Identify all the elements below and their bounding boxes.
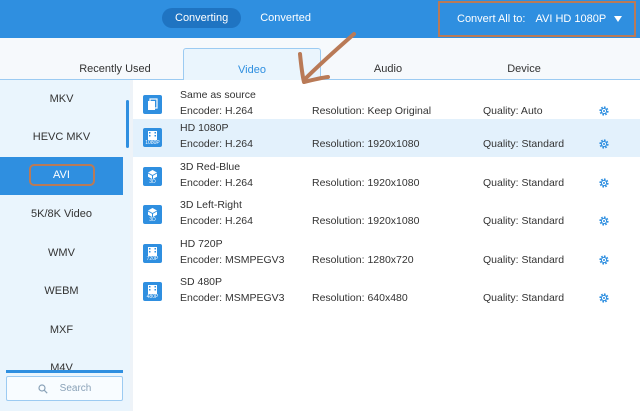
3d-icon: 3D — [143, 205, 162, 224]
format-quality: Quality: Standard — [483, 215, 565, 227]
format-icon-tag: 3D — [149, 179, 156, 185]
format-name: 3D Red-Blue — [180, 161, 241, 173]
format-row-hd-720p[interactable]: 720P HD 720P Encoder: MSMPEGV3 Resolutio… — [133, 235, 640, 273]
format-encoder: Encoder: H.264 — [180, 138, 253, 150]
sidebar-item-label: AVI — [28, 164, 95, 187]
format-name: Same as source — [180, 89, 256, 101]
format-icon-tag: 480P — [146, 294, 159, 300]
format-quality: Quality: Standard — [483, 254, 565, 266]
convert-all-dropdown[interactable]: Convert All to: AVI HD 1080P — [438, 1, 636, 37]
format-list: Same as source Encoder: H.264 Resolution… — [133, 80, 640, 411]
gear-icon[interactable] — [598, 177, 610, 189]
tab-recently-used[interactable]: Recently Used — [47, 49, 183, 80]
film-icon: 1080P — [143, 128, 162, 147]
format-encoder: Encoder: H.264 — [180, 105, 253, 117]
format-row-sd-480p[interactable]: 480P SD 480P Encoder: MSMPEGV3 Resolutio… — [133, 273, 640, 311]
sidebar-item-avi[interactable]: AVI — [0, 157, 123, 195]
format-row-3d-red-blue[interactable]: 3D 3D Red-Blue Encoder: H.264 Resolution… — [133, 158, 640, 196]
tab-converting[interactable]: Converting — [162, 8, 242, 28]
format-row-hd-1080p[interactable]: 1080P HD 1080P Encoder: H.264 Resolution… — [133, 119, 640, 157]
search-input[interactable]: Search — [6, 376, 123, 401]
format-quality: Quality: Standard — [483, 292, 565, 304]
film-icon: 720P — [143, 244, 162, 263]
format-resolution: Resolution: 1920x1080 — [312, 215, 420, 227]
sidebar-item-5k8k-video[interactable]: 5K/8K Video — [0, 195, 123, 233]
format-icon-tag: 1080P — [145, 140, 160, 146]
annotation-arrow-icon — [298, 32, 356, 84]
format-quality: Quality: Auto — [483, 105, 543, 117]
caret-down-icon — [614, 16, 622, 22]
format-resolution: Resolution: 1920x1080 — [312, 177, 420, 189]
film-icon: 480P — [143, 282, 162, 301]
sidebar-item-label: HEVC MKV — [32, 131, 91, 143]
sidebar-item-label: MXF — [49, 324, 74, 336]
convert-all-label: Convert All to: — [457, 13, 526, 25]
format-row-3d-left-right[interactable]: 3D 3D Left-Right Encoder: H.264 Resoluti… — [133, 196, 640, 234]
format-icon-tag: 720P — [146, 256, 159, 262]
tab-device[interactable]: Device — [455, 49, 593, 80]
sidebar-item-label: WMV — [48, 247, 75, 259]
gear-icon[interactable] — [598, 292, 610, 304]
format-resolution: Resolution: 1920x1080 — [312, 138, 420, 150]
sidebar-item-hevc-mkv[interactable]: HEVC MKV — [0, 118, 123, 156]
mode-tabs: Converting Converted — [162, 8, 324, 28]
sidebar-horizontal-scrollbar[interactable] — [6, 370, 123, 373]
sidebar-item-label: MKV — [49, 93, 74, 105]
format-resolution: Resolution: 1280x720 — [312, 254, 414, 266]
gear-icon[interactable] — [598, 105, 610, 117]
document-copy-icon — [143, 95, 162, 114]
format-resolution: Resolution: Keep Original — [312, 105, 432, 117]
sidebar-item-label: WEBM — [44, 285, 79, 297]
format-encoder: Encoder: MSMPEGV3 — [180, 292, 285, 304]
format-encoder: Encoder: H.264 — [180, 215, 253, 227]
sidebar-item-mkv[interactable]: MKV — [0, 80, 123, 118]
format-resolution: Resolution: 640x480 — [312, 292, 408, 304]
3d-icon: 3D — [143, 167, 162, 186]
format-quality: Quality: Standard — [483, 177, 565, 189]
format-encoder: Encoder: H.264 — [180, 177, 253, 189]
gear-icon[interactable] — [598, 254, 610, 266]
sidebar-item-webm[interactable]: WEBM — [0, 272, 123, 310]
format-quality: Quality: Standard — [483, 138, 565, 150]
tab-converted[interactable]: Converted — [247, 8, 324, 28]
gear-icon[interactable] — [598, 138, 610, 150]
format-name: 3D Left-Right — [180, 199, 242, 211]
format-name: HD 1080P — [180, 122, 229, 134]
sidebar-item-mxf[interactable]: MXF — [0, 311, 123, 349]
format-name: HD 720P — [180, 238, 223, 250]
sidebar-item-wmv[interactable]: WMV — [0, 234, 123, 272]
search-placeholder: Search — [59, 383, 92, 394]
format-sidebar: MKV HEVC MKV AVI 5K/8K Video WMV WEBM MX… — [0, 80, 130, 411]
sidebar-item-label: 5K/8K Video — [31, 208, 92, 220]
format-icon-tag: 3D — [149, 217, 156, 223]
sidebar-item-label: M4V — [50, 362, 73, 370]
format-encoder: Encoder: MSMPEGV3 — [180, 254, 285, 266]
format-name: SD 480P — [180, 276, 223, 288]
sidebar-item-m4v[interactable]: M4V — [0, 349, 123, 370]
convert-all-value: AVI HD 1080P — [535, 13, 607, 25]
sidebar-scrollbar[interactable] — [126, 100, 129, 148]
gear-icon[interactable] — [598, 215, 610, 227]
search-icon — [38, 383, 48, 394]
